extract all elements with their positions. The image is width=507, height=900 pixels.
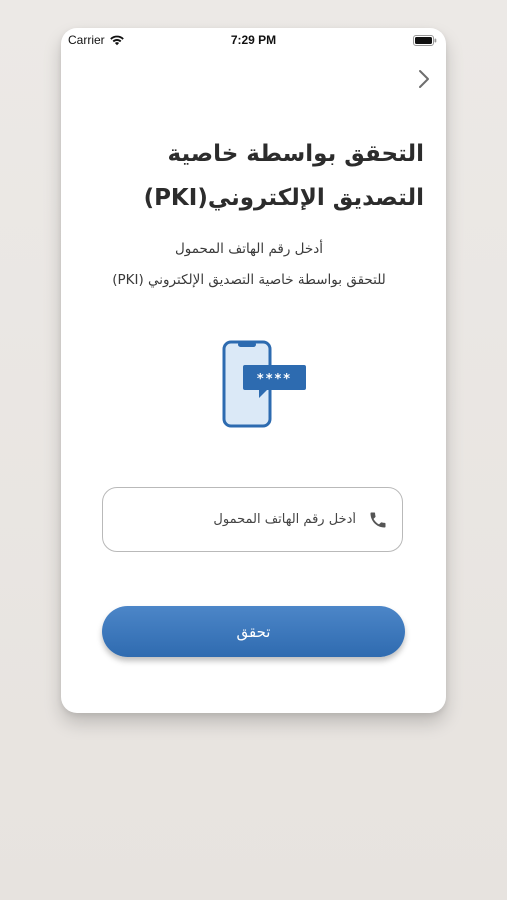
battery-icon: [413, 35, 437, 46]
description-line-1: أدخل رقم الهاتف المحمول: [174, 241, 324, 257]
screen-card: Carrier 7:29 PM التحقق بواسطة خاصية التص…: [61, 28, 446, 713]
page-title: التحقق بواسطة خاصية التصديق الإلكتروني(P…: [84, 132, 424, 220]
phone-otp-icon: ****: [222, 340, 306, 428]
chevron-right-icon[interactable]: [416, 68, 432, 90]
phone-input-container[interactable]: [102, 487, 403, 552]
phone-icon: [370, 512, 386, 527]
title-line-1: التحقق بواسطة خاصية: [167, 141, 424, 167]
otp-mask-text: ****: [257, 372, 292, 387]
title-line-2: التصديق الإلكتروني(PKI): [143, 185, 424, 211]
clock: 7:29 PM: [230, 33, 277, 47]
status-bar: Carrier 7:29 PM: [61, 28, 446, 54]
description: أدخل رقم الهاتف المحمول للتحقق بواسطة خا…: [84, 234, 414, 296]
verify-button[interactable]: تحقق: [102, 606, 405, 657]
phone-number-field[interactable]: [136, 512, 356, 527]
description-line-2: للتحقق بواسطة خاصية التصديق الإلكتروني (…: [112, 272, 386, 288]
